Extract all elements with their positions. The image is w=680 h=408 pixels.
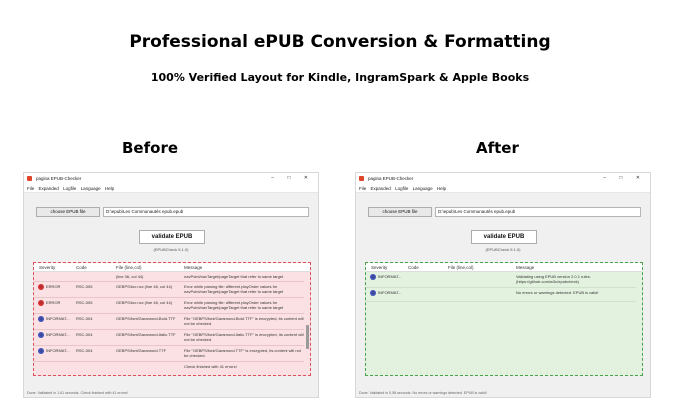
- menu-help[interactable]: Help: [105, 186, 114, 191]
- results-header: Severity Code File (line,col) Message: [366, 263, 642, 272]
- row-severity: INFORMAT...: [378, 274, 402, 279]
- validate-epub-button[interactable]: validate EPUB: [139, 230, 205, 244]
- menu-logfile[interactable]: Logfile: [395, 186, 408, 191]
- table-row[interactable]: i INFORMAT... Validating using EPUB vers…: [366, 272, 636, 288]
- col-message-header[interactable]: Message: [184, 263, 202, 272]
- epub-path-field[interactable]: D:\epub\Les Communautés epub.epub: [103, 207, 309, 217]
- row-file: OEBPS/font/Garamond-Italic.TTF: [116, 332, 176, 337]
- results-table: Severity Code File (line,col) Message i …: [365, 262, 643, 376]
- row-message: File "OEBPS/font/Garamond.TTF" is encryp…: [184, 348, 301, 358]
- info-icon: i: [370, 274, 376, 280]
- row-severity: INFORMAT...: [46, 332, 70, 337]
- row-severity: ERROR: [46, 300, 61, 305]
- epubcheck-version: (EPUBCheck 5.1.0): [153, 247, 189, 252]
- row-message: File "OEBPS/font/Garamond-Italic.TTF" is…: [184, 332, 304, 342]
- row-code: RSC-004: [76, 316, 93, 321]
- page-headline: Professional ePUB Conversion & Formattin…: [129, 32, 551, 52]
- window-controls[interactable]: – □ ✕: [271, 173, 314, 184]
- before-label: Before: [122, 139, 179, 157]
- row-file: OEBPS/toc.ncx (line 46, col 44): [116, 300, 173, 305]
- table-row[interactable]: ! ERROR RSC-005 OEBPS/toc.ncx (line 46, …: [34, 282, 304, 298]
- menu-file[interactable]: File: [359, 186, 366, 191]
- error-icon: !: [38, 284, 44, 290]
- row-message: Error while parsing file: different play…: [184, 284, 284, 294]
- app-icon: [27, 176, 32, 181]
- choose-epub-button[interactable]: choose EPUB file: [368, 207, 432, 217]
- col-file-header[interactable]: File (line,col): [116, 263, 142, 272]
- info-icon: i: [370, 290, 376, 296]
- menu-expanded[interactable]: Expanded: [371, 186, 391, 191]
- row-message: Error while parsing file: different play…: [184, 300, 284, 310]
- after-window: pagina EPUB-Checker – □ ✕ File Expanded …: [355, 172, 651, 398]
- col-code-header[interactable]: Code: [408, 263, 419, 272]
- col-severity-header[interactable]: Severity: [371, 263, 387, 272]
- info-icon: i: [38, 348, 44, 354]
- menu-bar: File Expanded Logfile Language Help: [356, 184, 650, 193]
- before-window: pagina EPUB-Checker – □ ✕ File Expanded …: [23, 172, 319, 398]
- menu-language[interactable]: Language: [413, 186, 433, 191]
- row-file: (line 36, col 44): [116, 274, 144, 279]
- menu-bar: File Expanded Logfile Language Help: [24, 184, 318, 193]
- error-icon: !: [38, 300, 44, 306]
- row-severity: ERROR: [46, 284, 61, 289]
- row-file: OEBPS/font/Garamond.TTF: [116, 348, 167, 353]
- table-row[interactable]: i INFORMAT... RSC-004 OEBPS/font/Garamon…: [34, 330, 304, 346]
- app-icon: [359, 176, 364, 181]
- row-severity: INFORMAT...: [378, 290, 402, 295]
- col-code-header[interactable]: Code: [76, 263, 87, 272]
- table-row[interactable]: Check finished with 41 errors!: [34, 362, 304, 373]
- window-controls[interactable]: – □ ✕: [603, 173, 646, 184]
- choose-epub-button[interactable]: choose EPUB file: [36, 207, 100, 217]
- row-message: File "OEBPS/font/Garamond-Bold.TTF" is e…: [184, 316, 304, 326]
- col-severity-header[interactable]: Severity: [39, 263, 55, 272]
- row-file: OEBPS/toc.ncx (line 46, col 44): [116, 284, 173, 289]
- results-table: Severity Code File (line,col) Message (l…: [33, 262, 311, 376]
- menu-logfile[interactable]: Logfile: [63, 186, 76, 191]
- menu-file[interactable]: File: [27, 186, 34, 191]
- status-bar: Done. Validated in 1.61 seconds. Check f…: [27, 391, 128, 395]
- info-icon: i: [38, 332, 44, 338]
- row-message: No errors or warnings detected. EPUB is …: [516, 290, 599, 295]
- row-message: navPoint/navTarget/pageTarget that refer…: [184, 274, 284, 279]
- table-row[interactable]: i INFORMAT... No errors or warnings dete…: [366, 288, 636, 302]
- row-severity: INFORMAT...: [46, 316, 70, 321]
- menu-help[interactable]: Help: [437, 186, 446, 191]
- row-code: RSC-005: [76, 300, 93, 305]
- window-title: pagina EPUB-Checker: [36, 176, 82, 181]
- menu-language[interactable]: Language: [81, 186, 101, 191]
- results-header: Severity Code File (line,col) Message: [34, 263, 310, 272]
- row-severity: INFORMAT...: [46, 348, 70, 353]
- table-row[interactable]: i INFORMAT... RSC-004 OEBPS/font/Garamon…: [34, 314, 304, 330]
- menu-expanded[interactable]: Expanded: [39, 186, 59, 191]
- table-row[interactable]: i INFORMAT... RSC-004 OEBPS/font/Garamon…: [34, 346, 304, 362]
- window-titlebar: pagina EPUB-Checker – □ ✕: [24, 173, 318, 184]
- row-code: RSC-004: [76, 348, 93, 353]
- col-file-header[interactable]: File (line,col): [448, 263, 474, 272]
- epubcheck-version: (EPUBCheck 5.1.0): [485, 247, 521, 252]
- table-row[interactable]: ! ERROR RSC-005 OEBPS/toc.ncx (line 46, …: [34, 298, 304, 314]
- page-subheadline: 100% Verified Layout for Kindle, IngramS…: [150, 71, 530, 84]
- row-code: RSC-005: [76, 284, 93, 289]
- row-message: Validating using EPUB version 2.0.1 rule…: [516, 274, 591, 284]
- row-file: OEBPS/font/Garamond-Bold.TTF: [116, 316, 176, 321]
- epub-path-field[interactable]: D:\epub\Les Communautés epub.epub: [435, 207, 641, 217]
- status-bar: Done. Validated in 0.58 seconds. No erro…: [359, 391, 487, 395]
- window-title: pagina EPUB-Checker: [368, 176, 414, 181]
- after-label: After: [476, 139, 519, 157]
- row-code: RSC-004: [76, 332, 93, 337]
- results-scrollbar[interactable]: [306, 325, 309, 349]
- table-row[interactable]: (line 36, col 44) navPoint/navTarget/pag…: [34, 272, 304, 282]
- col-message-header[interactable]: Message: [516, 263, 534, 272]
- info-icon: i: [38, 316, 44, 322]
- validate-epub-button[interactable]: validate EPUB: [471, 230, 537, 244]
- window-titlebar: pagina EPUB-Checker – □ ✕: [356, 173, 650, 184]
- row-message: Check finished with 41 errors!: [184, 364, 237, 369]
